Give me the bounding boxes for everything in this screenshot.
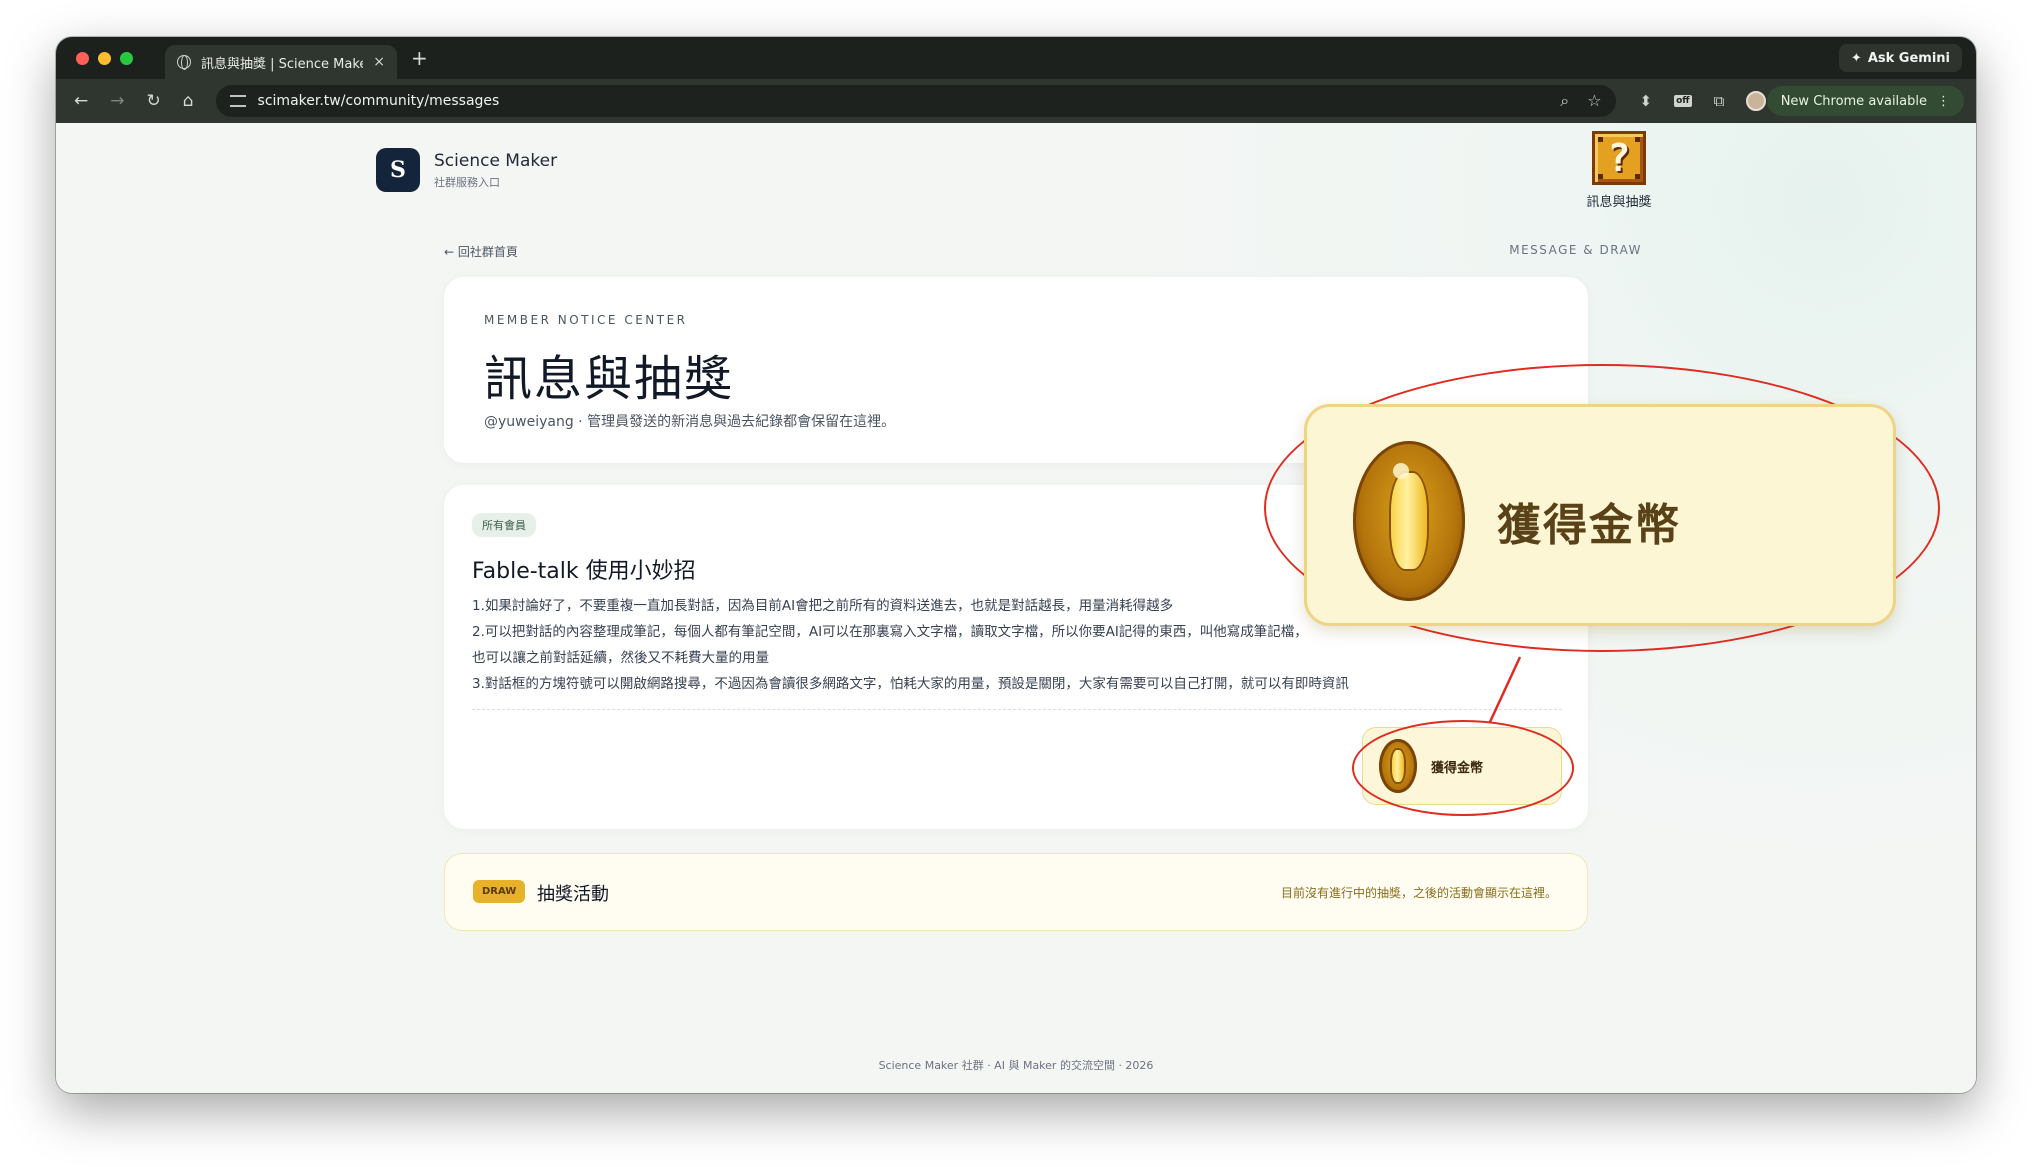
draw-card: DRAW 抽獎活動 目前沒有進行中的抽獎，之後的活動會顯示在這裡。 xyxy=(444,853,1588,931)
back-to-community-link[interactable]: ← 回社群首頁 xyxy=(444,243,518,260)
close-tab-icon[interactable]: × xyxy=(373,54,385,70)
reload-icon[interactable]: ↻ xyxy=(147,91,161,111)
minimize-window-button[interactable] xyxy=(98,51,111,65)
nav-buttons: ← → ↻ ⌂ xyxy=(74,91,194,111)
new-chrome-button[interactable]: New Chrome available ⋮ xyxy=(1766,86,1964,116)
audience-badge: 所有會員 xyxy=(472,513,536,537)
extension-area: ⬍ off ⧉ xyxy=(1640,91,1767,111)
new-chrome-label: New Chrome available xyxy=(1780,93,1927,109)
messages-nav-label: 訊息與抽獎 xyxy=(1586,195,1652,210)
magnified-coin-label: 獲得金幣 xyxy=(1497,500,1681,551)
message-title: Fable-talk 使用小妙招 xyxy=(472,559,696,584)
ask-gemini-button[interactable]: ✦ Ask Gemini xyxy=(1838,44,1962,72)
puzzle-icon[interactable]: ⧉ xyxy=(1714,92,1725,110)
brand[interactable]: S Science Maker 社群服務入口 xyxy=(376,148,557,192)
message-line: 3.對話框的方塊符號可以開啟網路搜尋，不過因為會讀很多網路文字，怕耗大家的用量，… xyxy=(472,676,1349,692)
globe-icon xyxy=(177,55,191,70)
tab-bar: 訊息與抽獎 | Science Maker × + ✦ Ask Gemini xyxy=(56,37,1976,79)
omnibox-actions: ⌕ ☆ xyxy=(1560,91,1601,111)
draw-note: 目前沒有進行中的抽獎，之後的活動會顯示在這裡。 xyxy=(1280,886,1557,900)
forward-arrow-icon[interactable]: → xyxy=(110,91,124,111)
page-footer: Science Maker 社群 · AI 與 Maker 的交流空間 · 20… xyxy=(878,1059,1154,1072)
ask-gemini-label: Ask Gemini xyxy=(1867,50,1950,66)
active-tab[interactable]: 訊息與抽獎 | Science Maker × xyxy=(165,45,397,79)
coin-icon xyxy=(1353,441,1465,601)
extension-icon[interactable]: ⬍ xyxy=(1640,92,1653,110)
close-window-button[interactable] xyxy=(76,51,89,65)
home-icon[interactable]: ⌂ xyxy=(183,91,194,111)
brand-logo: S xyxy=(376,148,420,192)
address-bar[interactable]: scimaker.tw/community/messages ⌕ ☆ xyxy=(215,85,1616,117)
zoom-icon[interactable]: ⌕ xyxy=(1560,91,1569,111)
message-line: 也可以讓之前對話延續，然後又不耗費大量的用量 xyxy=(472,650,769,666)
url-text[interactable]: scimaker.tw/community/messages xyxy=(258,93,1549,109)
section-tag: MESSAGE & DRAW xyxy=(1509,243,1642,257)
new-tab-button[interactable]: + xyxy=(411,46,428,70)
browser-toolbar: ← → ↻ ⌂ scimaker.tw/community/messages ⌕… xyxy=(56,79,1976,123)
tab-title: 訊息與抽獎 | Science Maker xyxy=(201,56,364,72)
brand-subtitle: 社群服務入口 xyxy=(434,175,500,189)
profile-avatar[interactable] xyxy=(1746,91,1767,111)
magnified-coin-button: 獲得金幣 xyxy=(1304,404,1896,626)
header-kicker: MEMBER NOTICE CENTER xyxy=(484,313,688,327)
sparkle-icon: ✦ xyxy=(1850,50,1862,66)
coin-button-highlight-ring xyxy=(1352,720,1574,816)
question-block-icon: ? xyxy=(1592,131,1646,185)
window-controls xyxy=(76,51,133,65)
question-glyph: ? xyxy=(1607,136,1631,180)
page-title: 訊息與抽獎 xyxy=(484,351,735,407)
brand-name: Science Maker xyxy=(434,150,558,171)
messages-nav-button[interactable]: ? 訊息與抽獎 xyxy=(1574,131,1664,210)
bookmark-star-icon[interactable]: ☆ xyxy=(1587,91,1601,111)
back-arrow-icon[interactable]: ← xyxy=(74,91,88,111)
header-description: @yuweiyang · 管理員發送的新消息與過去紀錄都會保留在這裡。 xyxy=(484,414,896,430)
draw-title: 抽獎活動 xyxy=(537,884,609,905)
maximize-window-button[interactable] xyxy=(120,51,133,65)
divider xyxy=(472,709,1562,710)
off-extension-icon[interactable]: off xyxy=(1674,95,1692,107)
site-settings-icon[interactable] xyxy=(229,95,246,107)
more-vertical-icon[interactable]: ⋮ xyxy=(1937,94,1950,109)
draw-badge: DRAW xyxy=(473,880,526,903)
